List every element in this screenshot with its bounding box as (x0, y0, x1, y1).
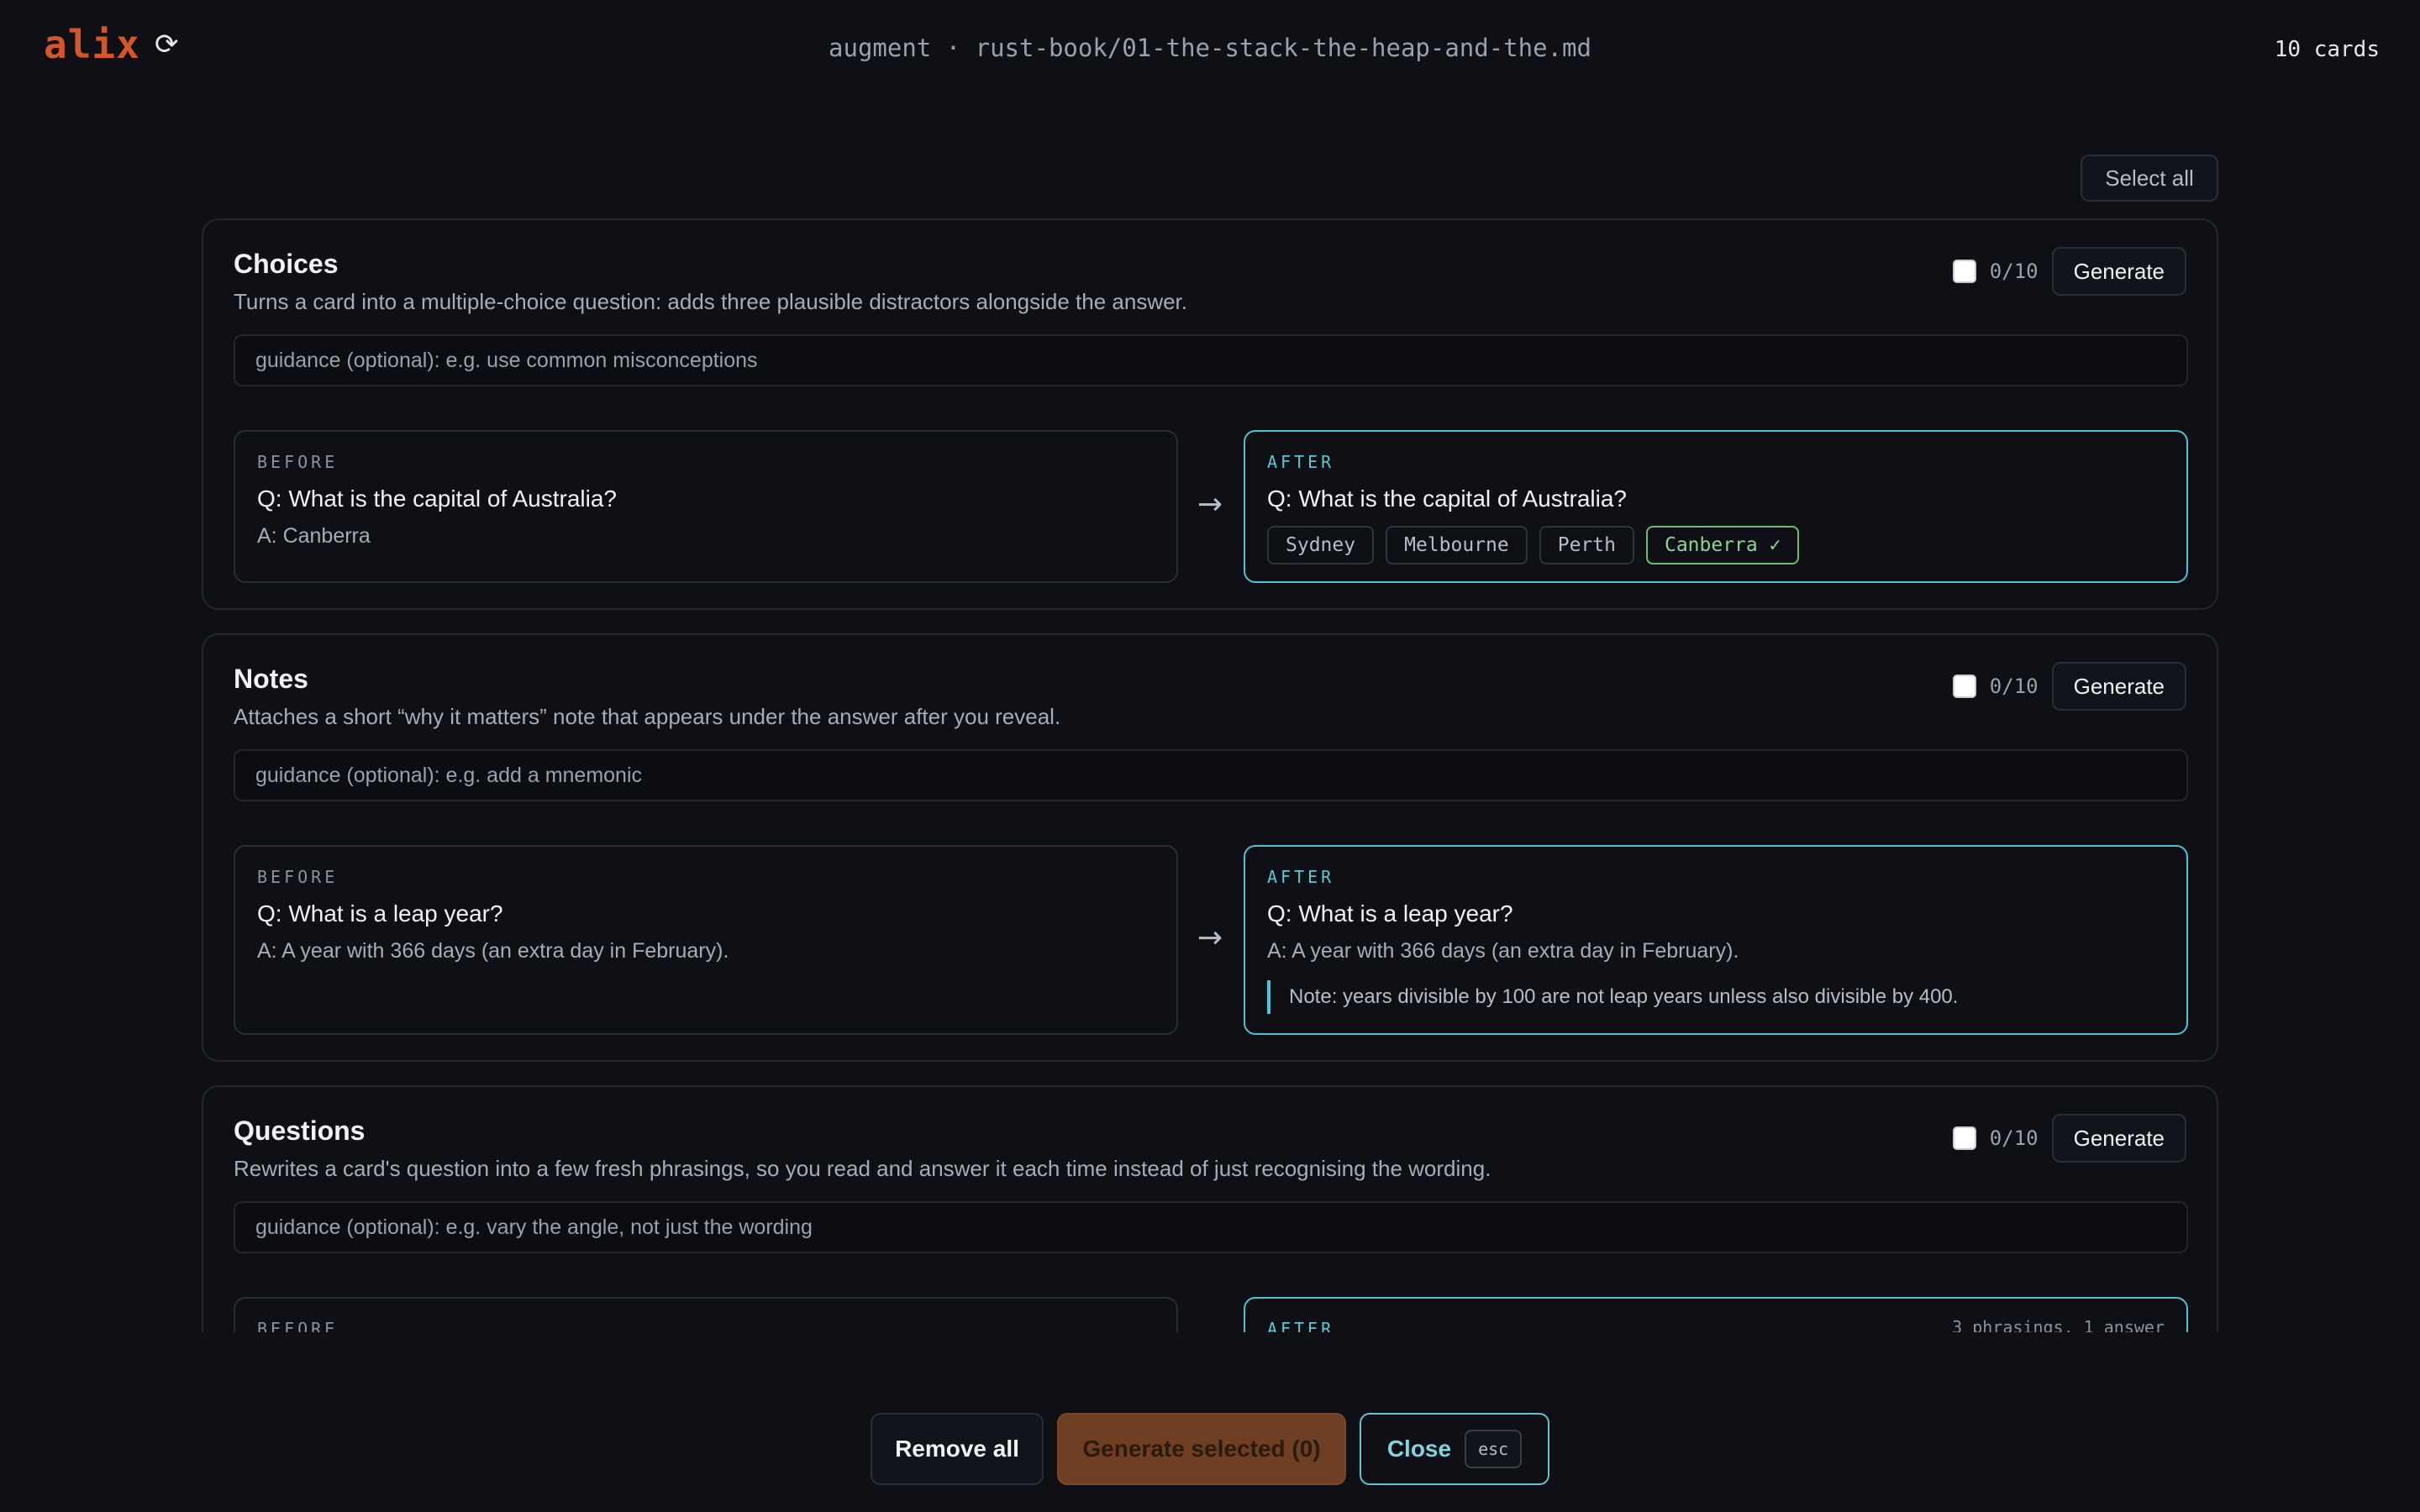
before-label: BEFORE (257, 1319, 339, 1332)
section-controls: 0/10 Generate (1952, 1114, 2186, 1163)
bottom-action-bar: Remove all Generate selected (0) Close e… (0, 1332, 2420, 1512)
close-label: Close (1386, 1436, 1452, 1462)
before-question: Q: What is the capital of Australia? (257, 486, 617, 512)
correct-choice-chip: Canberra ✓ (1645, 526, 1800, 564)
esc-key-hint: esc (1465, 1430, 1523, 1468)
section-checkbox[interactable] (1952, 675, 1976, 698)
before-label: BEFORE (257, 452, 339, 472)
choice-chip: Perth (1539, 526, 1634, 564)
before-panel: BEFORE (234, 1297, 1178, 1332)
before-answer: A: A year with 366 days (an extra day in… (257, 939, 729, 963)
close-button[interactable]: Close esc (1360, 1413, 1549, 1485)
generate-button[interactable]: Generate (2051, 662, 2186, 711)
after-label: AFTER (1267, 867, 1335, 887)
after-question: Q: What is the capital of Australia? (1267, 486, 1627, 512)
after-question: Q: What is a leap year? (1267, 900, 1513, 927)
guidance-input[interactable] (234, 749, 2188, 801)
section-description: Attaches a short “why it matters” note t… (234, 704, 1061, 729)
note-callout: Note: years divisible by 100 are not lea… (1267, 980, 2165, 1014)
generate-button[interactable]: Generate (2051, 247, 2186, 296)
section-title: Choices (234, 249, 339, 279)
augment-list[interactable]: Select all Choices Turns a card into a m… (0, 99, 2420, 1332)
selected-counter: 0/10 (1989, 1126, 2039, 1150)
before-answer: A: Canberra (257, 524, 371, 548)
section-controls: 0/10 Generate (1952, 247, 2186, 296)
top-bar: alix ⟳ augment · rust-book/01-the-stack-… (0, 0, 2420, 99)
arrow-right-icon: → (1197, 487, 1223, 522)
section-title: Questions (234, 1116, 366, 1146)
section-description: Turns a card into a multiple-choice ques… (234, 289, 1187, 314)
after-answer: A: A year with 366 days (an extra day in… (1267, 939, 1739, 963)
selected-counter: 0/10 (1989, 260, 2039, 283)
section-questions: Questions Rewrites a card's question int… (202, 1085, 2218, 1332)
before-panel: BEFORE Q: What is a leap year? A: A year… (234, 845, 1178, 1035)
after-panel: AFTER Q: What is a leap year? A: A year … (1244, 845, 2188, 1035)
guidance-input[interactable] (234, 334, 2188, 386)
section-choices: Choices Turns a card into a multiple-cho… (202, 218, 2218, 610)
generate-selected-button[interactable]: Generate selected (0) (1057, 1413, 1346, 1485)
after-panel: AFTER Q: What is the capital of Australi… (1244, 430, 2188, 583)
remove-all-button[interactable]: Remove all (871, 1413, 1044, 1485)
breadcrumb: augment · rust-book/01-the-stack-the-hea… (829, 34, 1591, 62)
choice-list: Sydney Melbourne Perth Canberra ✓ (1267, 526, 2165, 564)
section-title: Notes (234, 664, 308, 694)
before-label: BEFORE (257, 867, 339, 887)
selected-counter: 0/10 (1989, 675, 2039, 698)
after-panel: AFTER 3 phrasings, 1 answer (1244, 1297, 2188, 1332)
choice-chip: Sydney (1267, 526, 1375, 564)
arrow-right-icon: → (1197, 921, 1223, 955)
before-panel: BEFORE Q: What is the capital of Austral… (234, 430, 1178, 583)
before-question: Q: What is a leap year? (257, 900, 503, 927)
section-controls: 0/10 Generate (1952, 662, 2186, 711)
choice-chip: Melbourne (1386, 526, 1528, 564)
after-label: AFTER (1267, 452, 1335, 472)
section-description: Rewrites a card's question into a few fr… (234, 1156, 1491, 1181)
section-notes: Notes Attaches a short “why it matters” … (202, 633, 2218, 1062)
section-checkbox[interactable] (1952, 260, 1976, 283)
section-checkbox[interactable] (1952, 1126, 1976, 1150)
phrasing-summary: 3 phrasings, 1 answer (1952, 1317, 2165, 1332)
guidance-input[interactable] (234, 1201, 2188, 1253)
select-all-button[interactable]: Select all (2081, 155, 2218, 202)
card-count: 10 cards (2274, 37, 2380, 62)
generate-button[interactable]: Generate (2051, 1114, 2186, 1163)
